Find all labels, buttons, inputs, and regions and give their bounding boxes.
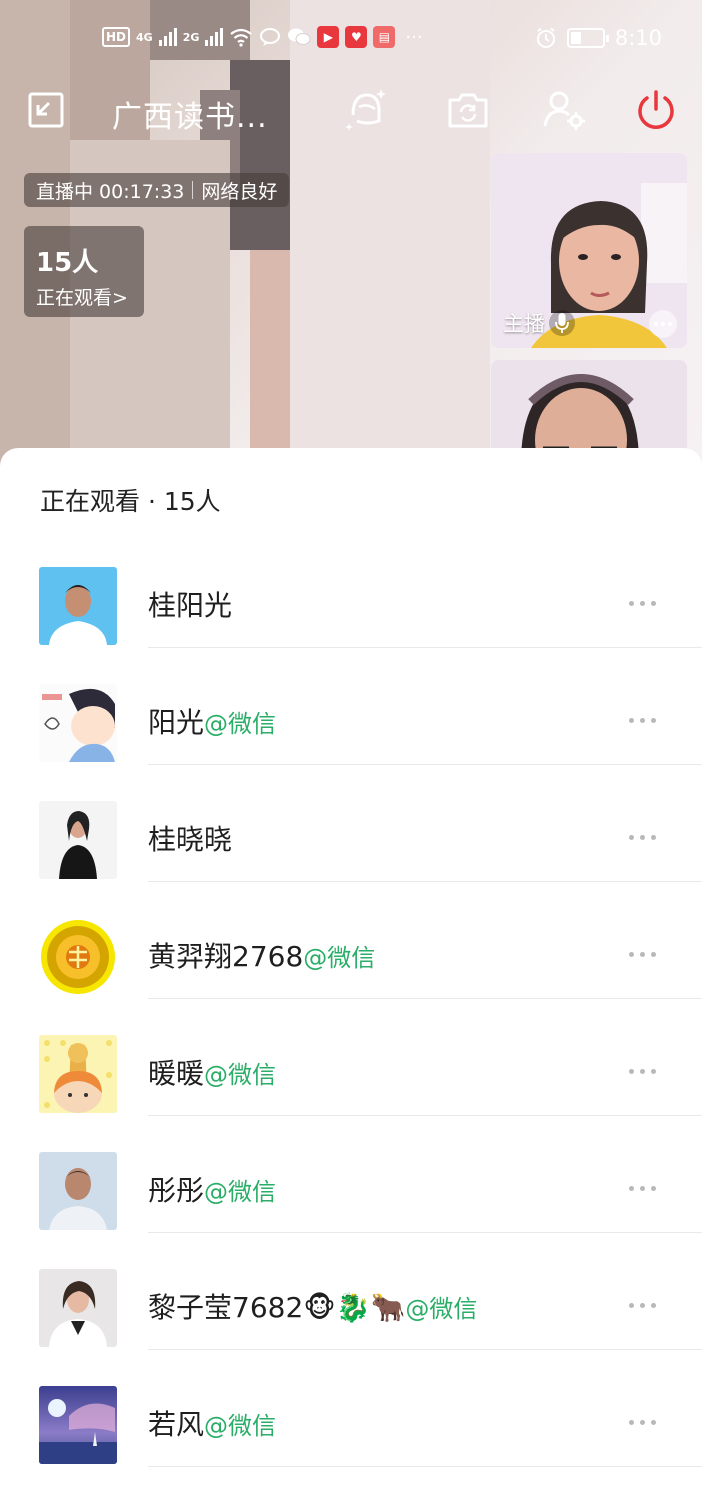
viewer-name-text: 阳光	[148, 706, 205, 739]
viewer-row[interactable]: 阳光@微信	[0, 648, 702, 765]
avatar	[39, 801, 117, 879]
switch-camera-button[interactable]	[442, 84, 494, 136]
wechat-tag: @微信	[303, 944, 376, 972]
viewer-name-text: 桂晓晓	[148, 823, 233, 856]
wifi-icon	[230, 28, 253, 47]
wechat-tag: @微信	[204, 1412, 277, 1440]
avatar	[39, 684, 117, 762]
wechat-tag: @微信	[204, 710, 277, 738]
clock: 8:10	[614, 26, 662, 50]
network-4g-icon: 4G	[136, 30, 153, 44]
viewer-list-title: 正在观看 · 15人	[40, 487, 221, 516]
viewer-name: 黎子莹7682🐵🐉🐂@微信	[148, 1286, 477, 1326]
more-options-icon[interactable]	[629, 601, 656, 606]
avatar	[39, 567, 117, 645]
viewer-list-link: 正在观看>	[36, 287, 128, 309]
viewer-row[interactable]: 若风@微信	[0, 1350, 702, 1467]
viewer-name: 暖暖@微信	[148, 1052, 276, 1092]
viewer-name: 黄羿翔2768@微信	[148, 935, 375, 975]
viewer-name-text: 彤彤	[148, 1174, 205, 1207]
member-settings-button[interactable]	[538, 84, 590, 136]
beauty-filter-icon	[345, 89, 386, 131]
more-options-icon[interactable]	[629, 718, 656, 723]
viewer-row[interactable]: 暖暖@微信	[0, 999, 702, 1116]
minimize-window-button[interactable]	[20, 84, 72, 136]
wechat-tag: @微信	[204, 1061, 277, 1089]
live-toolbar: 广西读书...	[0, 84, 702, 138]
viewer-name-text: 桂阳光	[148, 589, 233, 622]
live-duration: 直播中 00:17:33	[36, 180, 185, 203]
divider	[192, 181, 194, 199]
avatar	[39, 1035, 117, 1113]
more-options-icon[interactable]	[629, 1186, 656, 1191]
more-options-icon[interactable]	[649, 310, 677, 338]
viewer-row[interactable]: 彤彤@微信	[0, 1116, 702, 1233]
chat-bubble-icon	[260, 28, 281, 46]
avatar	[39, 1386, 117, 1464]
alarm-icon	[536, 27, 555, 48]
battery-level	[570, 32, 582, 44]
host-video-thumbnail[interactable]: 主播	[491, 153, 687, 348]
status-bar: HD 4G 2G ▶ ♥ ▤ ··· 8:10	[0, 22, 702, 58]
viewer-name-text: 若风	[148, 1408, 205, 1441]
viewer-list: 桂阳光 阳光@微信 桂晓晓 黄羿翔2768@微信 暖暖@微信 彤彤@微信 黎子莹…	[0, 531, 702, 1467]
status-left-icons: HD 4G 2G ▶ ♥ ▤ ···	[102, 26, 423, 48]
viewer-row[interactable]: 黎子莹7682🐵🐉🐂@微信	[0, 1233, 702, 1350]
viewer-row[interactable]: 黄羿翔2768@微信	[0, 882, 702, 999]
viewer-name-text: 黄羿翔2768	[148, 940, 304, 973]
more-options-icon[interactable]	[629, 1303, 656, 1308]
signal-icon-1	[158, 28, 177, 46]
viewer-name: 阳光@微信	[148, 701, 276, 741]
more-options-icon[interactable]	[629, 835, 656, 840]
switch-camera-icon	[448, 93, 488, 128]
microphone-icon	[549, 310, 575, 336]
more-options-icon[interactable]	[629, 1069, 656, 1074]
viewer-row[interactable]: 桂阳光	[0, 531, 702, 648]
more-options-icon[interactable]	[629, 952, 656, 957]
status-right-icons: 8:10	[535, 26, 662, 50]
live-status-badge: 直播中 00:17:33 网络良好	[24, 173, 290, 207]
end-live-button[interactable]	[630, 84, 682, 136]
weibo-app-icon: ♥	[345, 26, 368, 48]
viewer-row[interactable]: 桂晓晓	[0, 765, 702, 882]
room-title: 广西读书...	[112, 100, 268, 135]
power-icon	[638, 90, 674, 129]
viewer-name: 若风@微信	[148, 1403, 276, 1443]
network-quality: 网络良好	[201, 180, 278, 203]
viewer-name-text: 暖暖	[148, 1057, 205, 1090]
viewer-name: 桂阳光	[148, 584, 232, 624]
viewer-count-button[interactable]: 15人 正在观看>	[24, 226, 144, 317]
viewer-list-sheet: 正在观看 · 15人 桂阳光 阳光@微信 桂晓晓 黄羿翔2768@微信 暖暖@微…	[0, 448, 702, 1500]
wechat-tag: @微信	[204, 1178, 277, 1206]
network-2g-icon: 2G	[182, 30, 200, 44]
book-app-icon: ▤	[373, 26, 396, 48]
wechat-icon	[288, 28, 311, 45]
avatar	[39, 1269, 117, 1347]
hd-icon: HD	[102, 27, 131, 47]
video-app-icon: ▶	[317, 26, 340, 48]
viewer-count: 15人	[36, 248, 99, 278]
minimize-window-icon	[28, 92, 64, 128]
beauty-filter-button[interactable]	[340, 84, 392, 136]
host-label-text: 主播	[503, 312, 545, 336]
avatar	[39, 1152, 117, 1230]
avatar	[39, 918, 117, 996]
signal-icon-2	[205, 28, 224, 46]
wechat-tag: @微信	[405, 1295, 478, 1323]
more-notifications-icon: ···	[405, 26, 423, 48]
viewer-name: 桂晓晓	[148, 818, 232, 858]
viewer-name: 彤彤@微信	[148, 1169, 276, 1209]
more-options-icon[interactable]	[629, 1420, 656, 1425]
host-label: 主播	[503, 308, 575, 338]
viewer-name-text: 黎子莹7682🐵🐉🐂	[148, 1291, 406, 1324]
battery-icon	[566, 28, 609, 48]
member-settings-icon	[543, 91, 585, 130]
